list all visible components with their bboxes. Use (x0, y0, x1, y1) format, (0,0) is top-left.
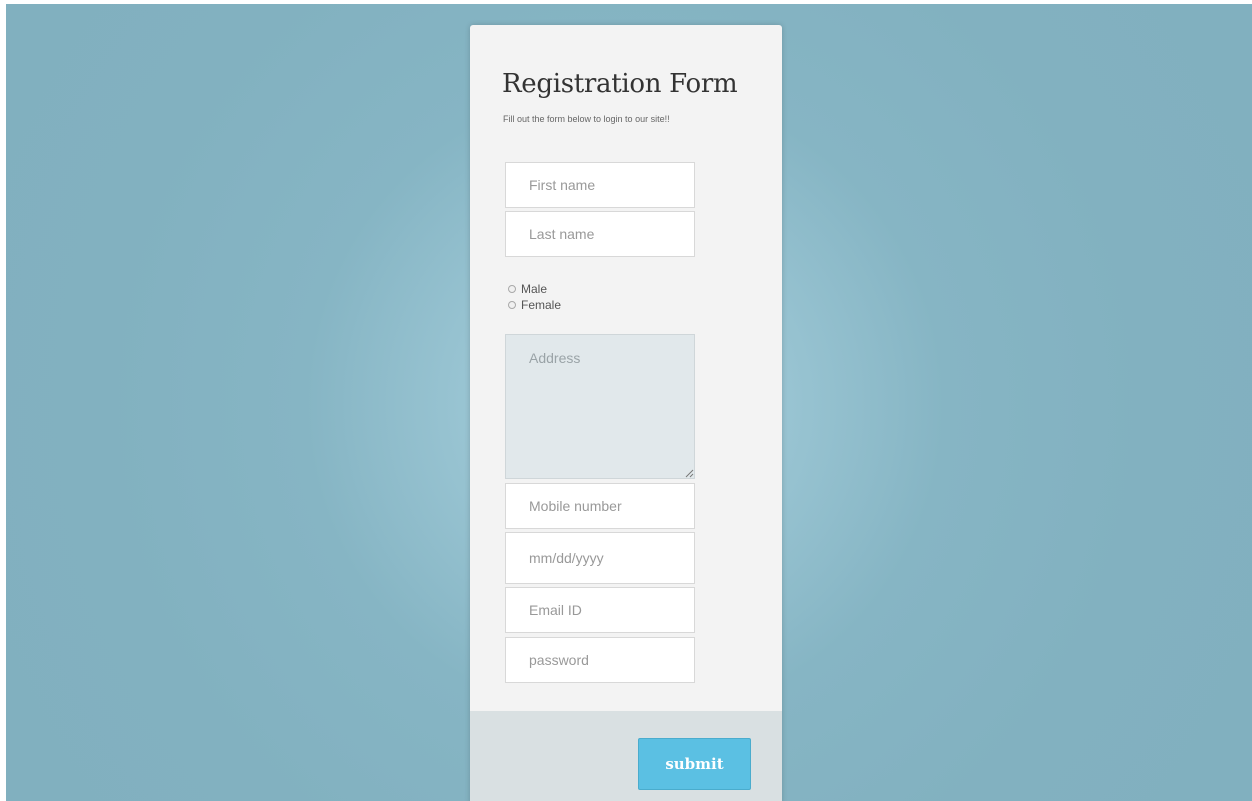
last-name-input[interactable] (505, 211, 695, 257)
female-radio[interactable] (508, 301, 516, 309)
female-label: Female (521, 298, 562, 312)
form-subtitle: Fill out the form below to login to our … (503, 114, 670, 124)
mobile-number-input[interactable] (505, 483, 695, 529)
email-input[interactable] (505, 587, 695, 633)
male-label: Male (521, 282, 548, 296)
password-input[interactable] (505, 637, 695, 683)
date-of-birth-input[interactable] (505, 532, 695, 584)
page-background: Registration Form Fill out the form belo… (6, 4, 1252, 801)
gender-option-male[interactable]: Male (508, 282, 547, 296)
submit-button[interactable]: submit (638, 738, 751, 790)
form-title: Registration Form (502, 69, 738, 99)
address-textarea[interactable] (505, 334, 695, 479)
gender-option-female[interactable]: Female (508, 298, 561, 312)
male-radio[interactable] (508, 285, 516, 293)
form-footer: submit (470, 711, 782, 801)
registration-card: Registration Form Fill out the form belo… (470, 25, 782, 801)
first-name-input[interactable] (505, 162, 695, 208)
